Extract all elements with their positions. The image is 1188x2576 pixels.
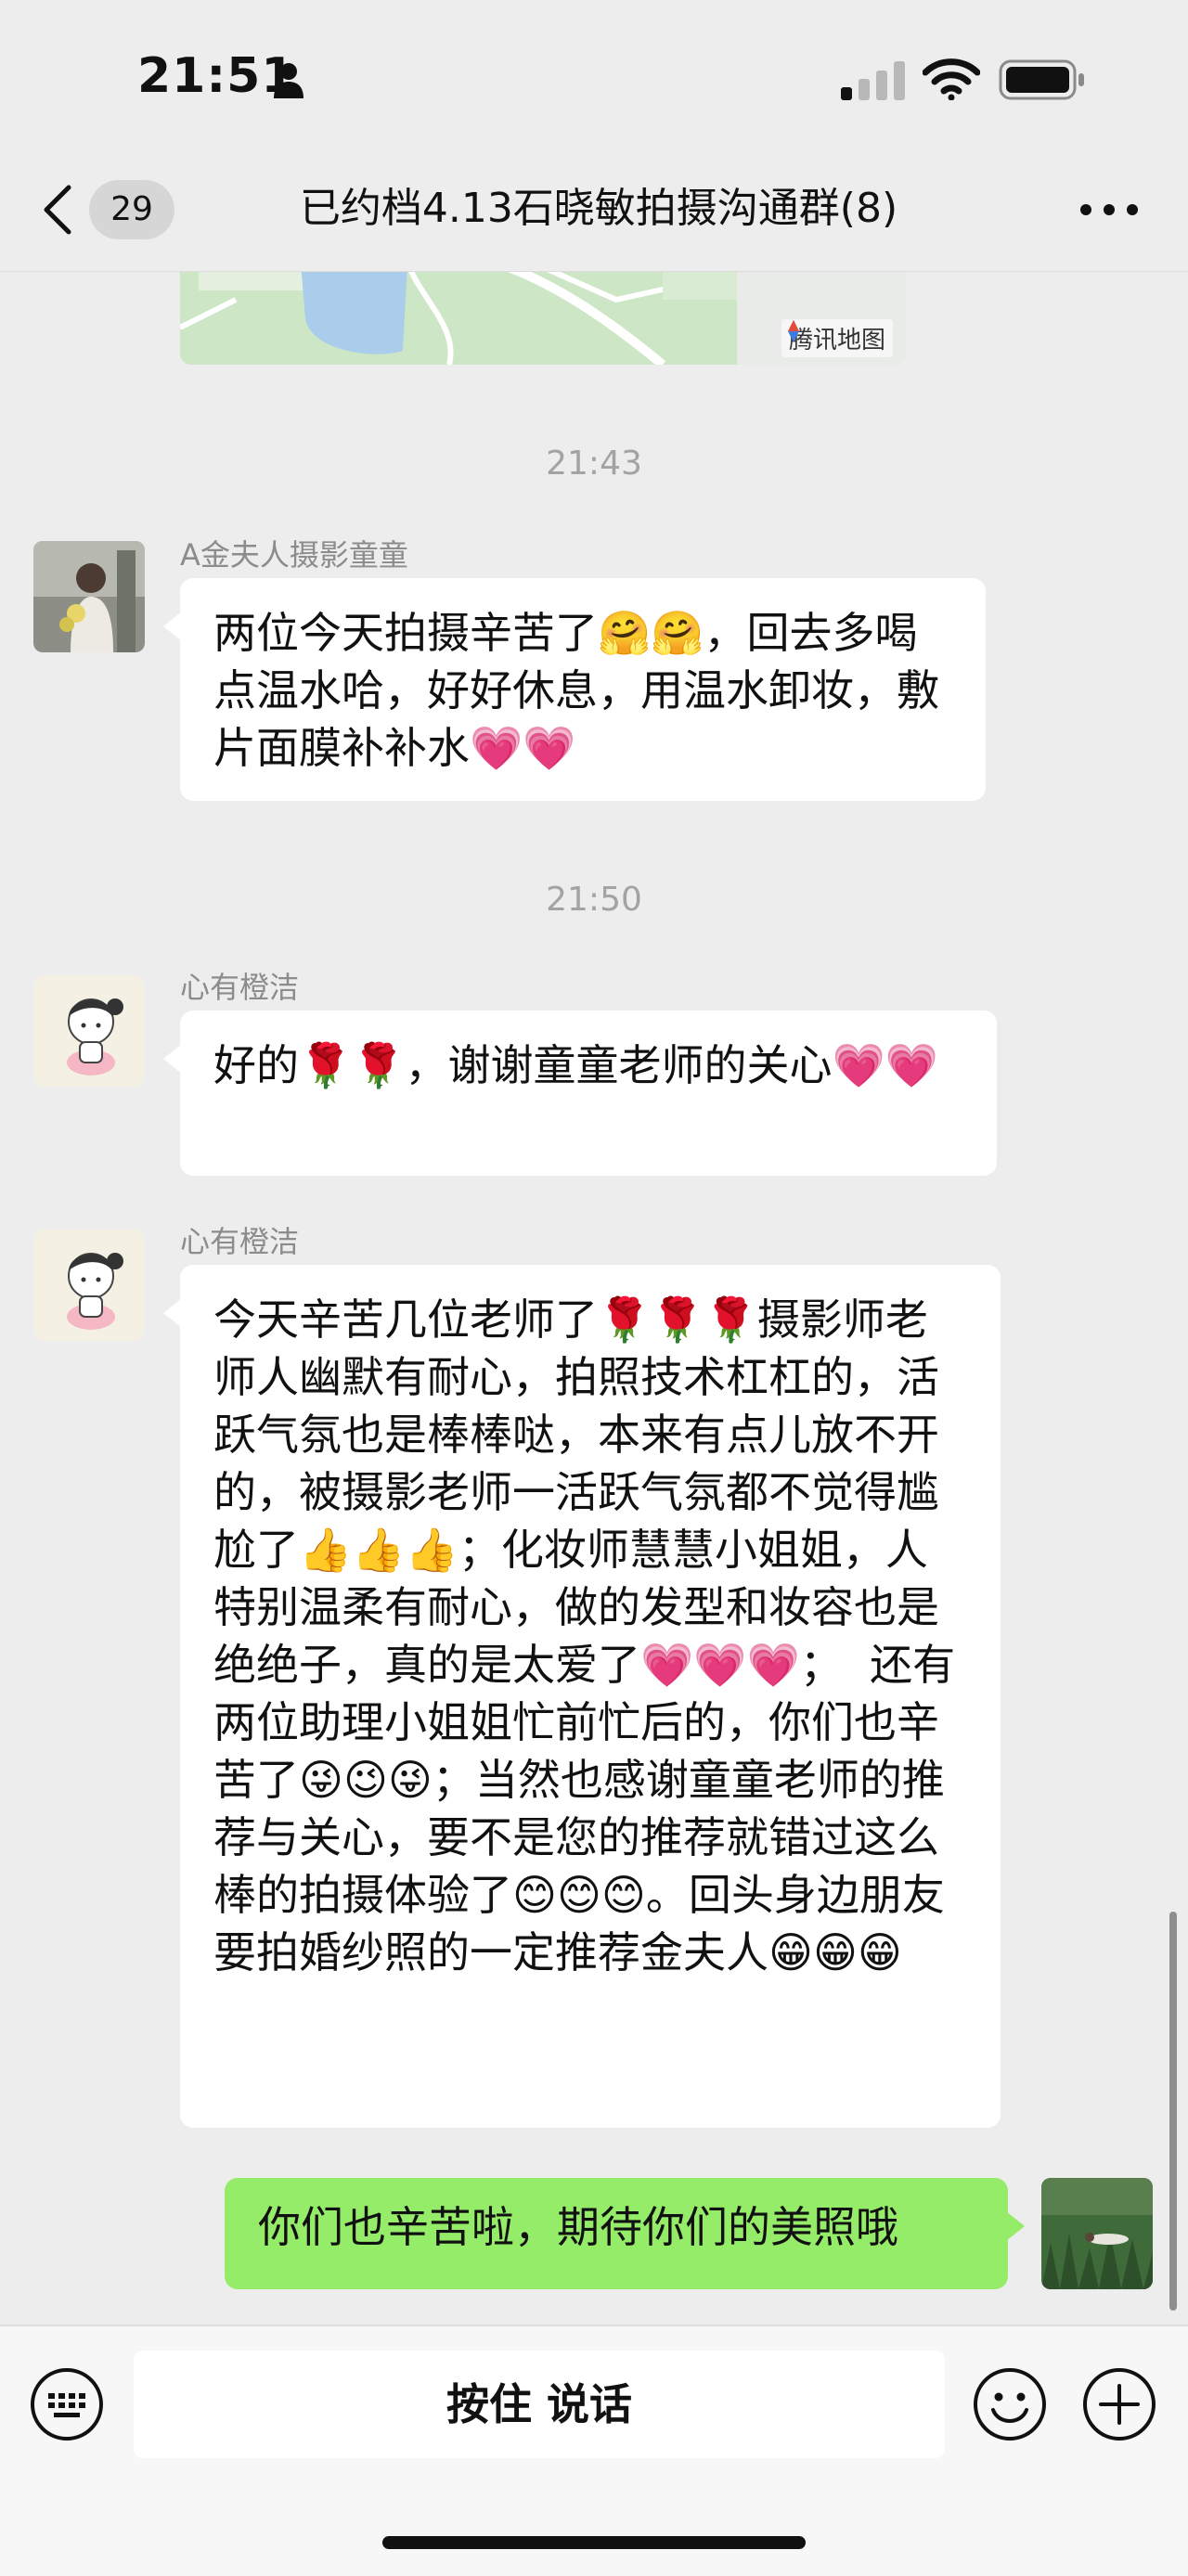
hold-to-talk-button[interactable]: 按住 说话 bbox=[134, 2351, 945, 2458]
plus-icon[interactable] bbox=[1082, 2367, 1156, 2441]
person-icon bbox=[274, 63, 303, 98]
home-indicator bbox=[382, 2536, 806, 2549]
message-bubble[interactable]: 好的🌹🌹，谢谢童童老师的关心💗💗 bbox=[163, 1011, 997, 1176]
wifi-icon bbox=[923, 58, 980, 100]
map-watermark: 腾讯地图 bbox=[781, 319, 893, 357]
status-bar: 21:51 bbox=[0, 0, 1188, 148]
scrollbar[interactable] bbox=[1169, 1912, 1177, 2311]
avatar-cartoon-girl bbox=[33, 975, 145, 1087]
map-location-card[interactable]: 腾讯地图 bbox=[180, 272, 906, 365]
message-timestamp: 21:50 bbox=[546, 881, 642, 919]
unread-count-badge[interactable]: 29 bbox=[89, 180, 174, 239]
battery-icon bbox=[999, 59, 1084, 100]
more-dots-icon[interactable] bbox=[1077, 199, 1142, 221]
sender-name: 心有橙洁 bbox=[180, 970, 300, 1005]
chat-title: 已约档4.13石晓敏拍摄沟通群(8) bbox=[299, 185, 898, 232]
avatar[interactable] bbox=[33, 541, 145, 652]
message-text: 好的🌹🌹，谢谢童童老师的关心💗💗 bbox=[213, 1040, 939, 1090]
chat-header: 29 已约档4.13石晓敏拍摄沟通群(8) bbox=[0, 148, 1188, 273]
sender-name: A金夫人摄影童童 bbox=[180, 537, 408, 573]
signal-icon bbox=[841, 61, 905, 100]
sender-name: 心有橙洁 bbox=[180, 1224, 300, 1259]
emoji-icon[interactable] bbox=[973, 2367, 1047, 2441]
status-time: 21:51 bbox=[137, 48, 296, 104]
message-text: 两位今天拍摄辛苦了🤗🤗，回去多喝点温水哈，好好休息，用温水卸妆，敷片面膜补补水💗… bbox=[213, 608, 939, 773]
compass-icon bbox=[787, 320, 799, 342]
chat-message-list[interactable]: 腾讯地图 21:43 A金夫人摄影童童 两位今天拍摄辛苦了🤗🤗，回去多喝点温水哈… bbox=[0, 272, 1188, 2325]
message-timestamp: 21:43 bbox=[546, 444, 642, 483]
message-text: 你们也辛苦啦，期待你们的美照哦 bbox=[258, 2202, 898, 2252]
input-bar: 按住 说话 bbox=[0, 2325, 1188, 2576]
message-bubble-self[interactable]: 你们也辛苦啦，期待你们的美照哦 bbox=[225, 2178, 1025, 2289]
avatar-self-grass bbox=[1041, 2178, 1153, 2289]
avatar-photo-woman bbox=[33, 541, 145, 652]
chevron-left-icon[interactable] bbox=[41, 184, 72, 236]
keyboard-icon[interactable] bbox=[30, 2367, 104, 2441]
avatar[interactable] bbox=[33, 1230, 145, 1341]
avatar-cartoon-girl bbox=[33, 1230, 145, 1341]
avatar[interactable] bbox=[33, 975, 145, 1087]
message-bubble[interactable]: 今天辛苦几位老师了🌹🌹🌹摄影师老师人幽默有耐心，拍照技术杠杠的，活跃气氛也是棒棒… bbox=[163, 1265, 1001, 2128]
message-bubble[interactable]: 两位今天拍摄辛苦了🤗🤗，回去多喝点温水哈，好好休息，用温水卸妆，敷片面膜补补水💗… bbox=[163, 578, 986, 801]
message-text: 今天辛苦几位老师了🌹🌹🌹摄影师老师人幽默有耐心，拍照技术杠杠的，活跃气氛也是棒棒… bbox=[213, 1294, 956, 1977]
avatar-self[interactable] bbox=[1041, 2178, 1153, 2289]
